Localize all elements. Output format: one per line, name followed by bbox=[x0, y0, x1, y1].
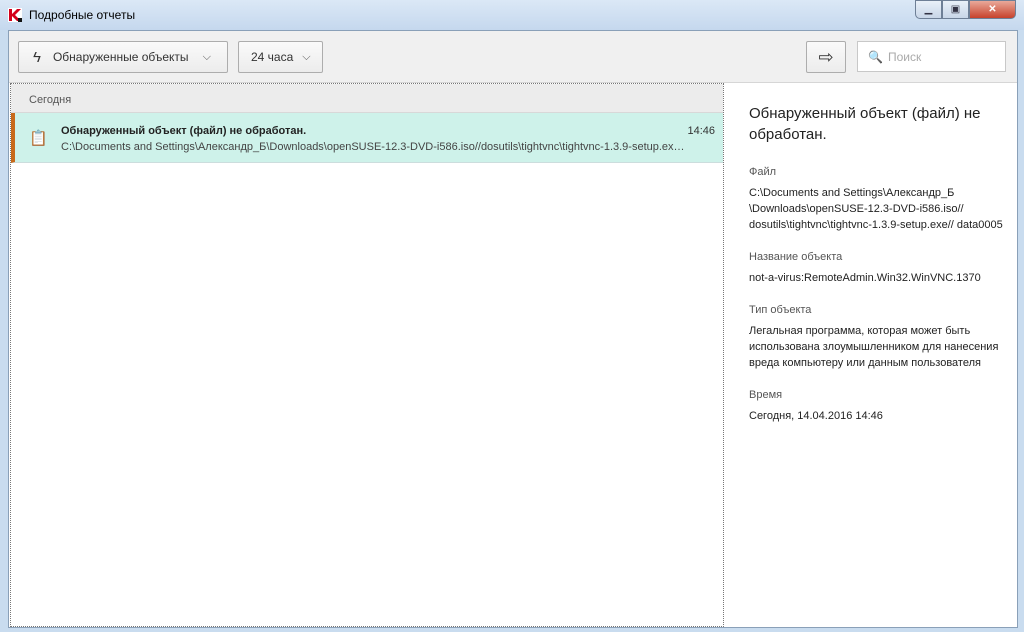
object-name-value: not-a-virus:RemoteAdmin.Win32.WinVNC.137… bbox=[749, 272, 981, 284]
object-type-value: Легальная программа, которая может быть … bbox=[749, 325, 999, 369]
client-area: ϟ Обнаруженные объекты ⌵ 24 часа ⌵ ⇨ 🔍 П… bbox=[8, 30, 1018, 628]
details-title: Обнаруженный объект (файл) не обработан. bbox=[749, 105, 981, 143]
export-icon: ⇨ bbox=[818, 46, 834, 67]
object-name-label: Название объекта bbox=[749, 251, 843, 263]
file-value: C:\Documents and Settings\Александр_Б \D… bbox=[749, 187, 1003, 231]
toolbar: ϟ Обнаруженные объекты ⌵ 24 часа ⌵ ⇨ 🔍 П… bbox=[9, 31, 1017, 83]
search-icon: 🔍 bbox=[868, 49, 883, 64]
window-title: Подробные отчеты bbox=[29, 8, 136, 22]
details-panel: Обнаруженный объект (файл) не обработан.… bbox=[749, 103, 1004, 442]
object-type-label: Тип объекта bbox=[749, 304, 812, 316]
minimize-button[interactable]: ▁ bbox=[915, 0, 942, 19]
item-path: C:\Documents and Settings\Александр_Б\Do… bbox=[61, 141, 686, 153]
file-copy-icon: 📋 bbox=[29, 130, 48, 147]
maximize-button[interactable]: ▣ bbox=[942, 0, 969, 19]
filter-label: Обнаруженные объекты bbox=[52, 50, 189, 64]
group-header: Сегодня bbox=[11, 84, 723, 113]
chevron-down-icon: ⌵ bbox=[302, 50, 311, 63]
chevron-down-icon: ⌵ bbox=[202, 50, 211, 63]
lightning-icon: ϟ bbox=[33, 48, 41, 66]
list-item[interactable]: 📋 Обнаруженный объект (файл) не обработа… bbox=[11, 113, 723, 163]
item-time: 14:46 bbox=[687, 125, 715, 137]
search-input[interactable]: 🔍 Поиск bbox=[857, 41, 1006, 72]
search-placeholder: Поиск bbox=[887, 49, 922, 64]
export-button[interactable]: ⇨ bbox=[806, 41, 846, 73]
time-label: Время bbox=[749, 389, 783, 401]
filter-dropdown[interactable]: ϟ Обнаруженные объекты ⌵ bbox=[18, 41, 228, 73]
period-dropdown[interactable]: 24 часа ⌵ bbox=[238, 41, 323, 73]
close-button[interactable]: ✕ bbox=[969, 0, 1016, 19]
period-label: 24 часа bbox=[251, 50, 294, 64]
kaspersky-logo-icon bbox=[8, 8, 22, 22]
event-list: Сегодня 📋 Обнаруженный объект (файл) не … bbox=[10, 83, 724, 627]
item-title: Обнаруженный объект (файл) не обработан. bbox=[61, 125, 307, 137]
file-label: Файл bbox=[749, 166, 777, 178]
time-value: Сегодня, 14.04.2016 14:46 bbox=[749, 410, 883, 422]
title-bar: Подробные отчеты ▁ ▣ ✕ bbox=[0, 0, 1024, 30]
